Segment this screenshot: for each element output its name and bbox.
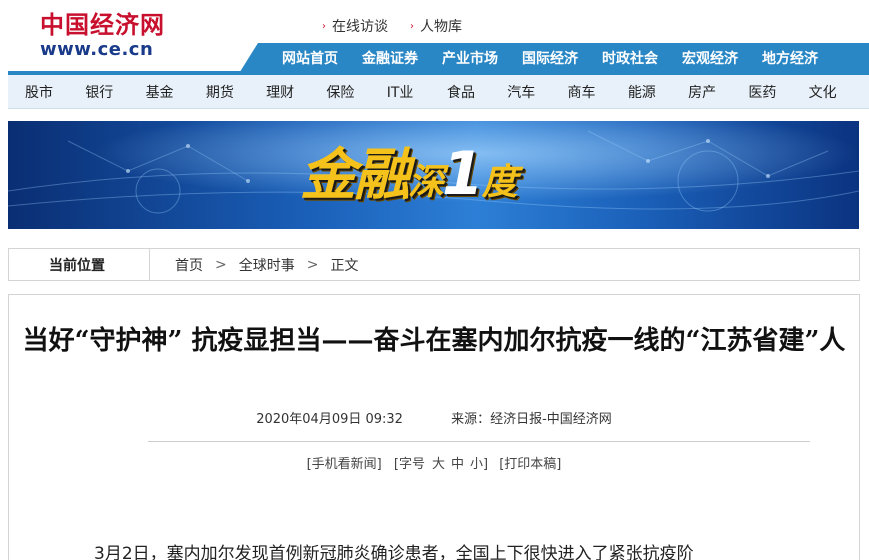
- main-nav-item[interactable]: 宏观经济: [670, 43, 750, 75]
- breadcrumb-world-news[interactable]: 全球时事: [239, 255, 295, 275]
- breadcrumb: 当前位置 首页 > 全球时事 > 正文: [8, 248, 860, 281]
- top-link-label: 人物库: [420, 19, 462, 35]
- main-nav: 网站首页 金融证券 产业市场 国际经济 时政社会 宏观经济 地方经济: [8, 43, 869, 75]
- main-nav-item[interactable]: 金融证券: [350, 43, 430, 75]
- sub-nav-item[interactable]: 能源: [628, 82, 688, 102]
- font-small-button[interactable]: 小]: [470, 457, 488, 472]
- banner-title-part: 度: [481, 162, 518, 203]
- main-nav-item[interactable]: 网站首页: [270, 43, 350, 75]
- sub-nav-item[interactable]: 房产: [688, 82, 748, 102]
- top-links: › 在线访谈 › 人物库: [322, 16, 462, 36]
- mobile-news-link[interactable]: [手机看新闻]: [307, 457, 382, 472]
- main-nav-item[interactable]: 产业市场: [430, 43, 510, 75]
- sub-nav-item[interactable]: 基金: [146, 82, 206, 102]
- breadcrumb-current: 正文: [330, 257, 359, 274]
- main-nav-item[interactable]: 时政社会: [590, 43, 670, 75]
- sub-nav-item[interactable]: 文化: [809, 82, 869, 102]
- banner-title: 金融深1度: [300, 139, 518, 218]
- banner-title-part: 金融: [300, 143, 410, 208]
- font-large-button[interactable]: 大: [432, 457, 445, 472]
- sub-nav-item[interactable]: 商车: [568, 82, 628, 102]
- breadcrumb-label: 当前位置: [49, 257, 105, 274]
- article-tools: [手机看新闻] [字号大中小] [打印本稿]: [9, 453, 859, 472]
- logo-chinese-text: 中国经济网: [40, 10, 165, 39]
- article-container: 当好“守护神” 抗疫显担当——奋斗在塞内加尔抗疫一线的“江苏省建”人 2020年…: [8, 294, 860, 560]
- chevron-right-icon: >: [306, 256, 319, 273]
- chevron-right-icon: >: [215, 256, 227, 273]
- article-title: 当好“守护神” 抗疫显担当——奋斗在塞内加尔抗疫一线的“江苏省建”人: [22, 326, 846, 356]
- top-link-interviews[interactable]: › 在线访谈: [322, 16, 388, 36]
- breadcrumb-home[interactable]: 首页: [175, 255, 203, 275]
- font-medium-button[interactable]: 中: [451, 457, 464, 472]
- banner-title-number: 1: [442, 139, 484, 209]
- print-button[interactable]: [打印本稿]: [499, 457, 561, 472]
- main-nav-item[interactable]: 国际经济: [510, 43, 590, 75]
- sub-nav-item[interactable]: 理财: [266, 82, 326, 102]
- sub-nav-item[interactable]: 股市: [25, 82, 85, 102]
- top-link-label: 在线访谈: [332, 19, 388, 35]
- sub-nav-item[interactable]: IT业: [387, 82, 447, 102]
- top-link-people[interactable]: › 人物库: [410, 16, 462, 36]
- main-nav-item[interactable]: 地方经济: [750, 43, 830, 75]
- sub-nav-item[interactable]: 期货: [206, 82, 266, 102]
- chevron-right-icon: ›: [410, 20, 414, 32]
- chevron-right-icon: ›: [322, 20, 326, 32]
- sub-nav-item[interactable]: 汽车: [507, 82, 567, 102]
- article-paragraph: 3月2日，塞内加尔发现首例新冠肺炎确诊患者，全国上下很快进入了紧张抗疫阶: [94, 544, 694, 560]
- article-meta: 2020年04月09日 09:32 来源：经济日报-中国经济网: [9, 408, 859, 427]
- sub-nav: 股市 银行 基金 期货 理财 保险 IT业 食品 汽车 商车 能源 房产 医药 …: [8, 75, 869, 109]
- sub-nav-item[interactable]: 银行: [85, 82, 145, 102]
- divider: [148, 441, 810, 442]
- font-size-label: [字号: [393, 457, 425, 472]
- article-datetime: 2020年04月09日 09:32: [256, 412, 403, 427]
- sub-nav-item[interactable]: 保险: [326, 82, 386, 102]
- article-source: 来源：经济日报-中国经济网: [451, 412, 612, 427]
- sub-nav-item[interactable]: 医药: [748, 82, 808, 102]
- sub-nav-item[interactable]: 食品: [447, 82, 507, 102]
- banner-title-part: 深: [408, 162, 444, 203]
- section-banner: 金融深1度: [8, 121, 859, 229]
